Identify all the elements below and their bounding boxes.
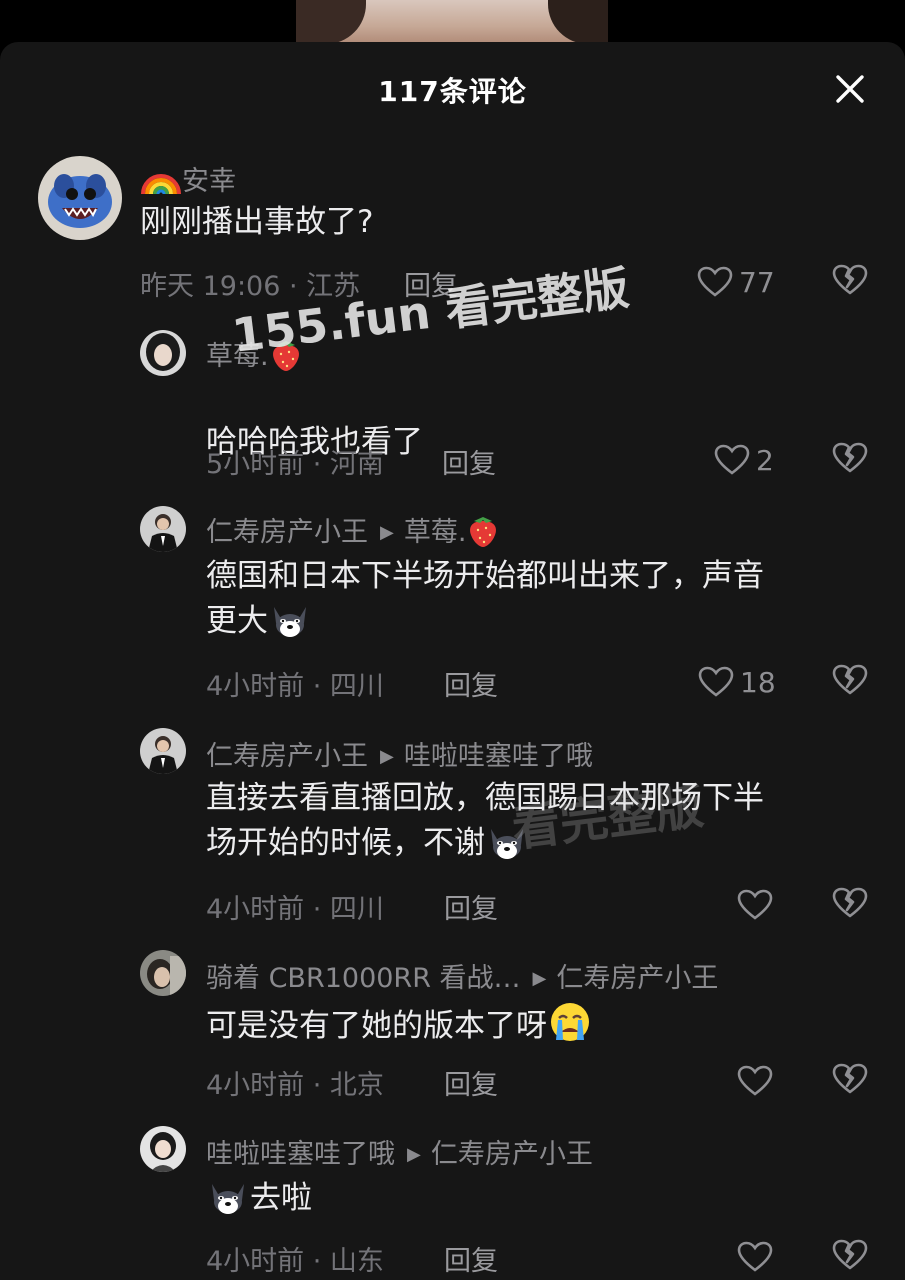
reply-to-username: 仁寿房产小王	[556, 963, 719, 994]
reply-arrow-icon: ▶	[532, 968, 547, 989]
comment-username[interactable]: 哇啦哇塞哇了哦 ▶ 仁寿房产小王	[206, 1132, 593, 1171]
dislike-button[interactable]	[832, 664, 868, 700]
heart-icon	[737, 1065, 773, 1096]
like-count: 2	[756, 443, 774, 477]
broken-heart-icon	[832, 442, 868, 473]
crying-face-icon	[551, 1003, 589, 1041]
reply-button[interactable]: 回复	[444, 1239, 498, 1278]
comments-count-title: 117条评论	[378, 75, 527, 108]
comment-text: 去啦	[206, 1176, 312, 1221]
reply-button[interactable]: 回复	[444, 887, 498, 926]
reply-arrow-icon: ▶	[380, 522, 394, 543]
reply-button[interactable]: 回复	[444, 1063, 498, 1102]
comment-text-line: 更大	[206, 599, 846, 644]
username-text: 安幸	[182, 166, 236, 197]
reply-to-username: 草莓.	[403, 517, 467, 548]
reply-button[interactable]: 回复	[442, 442, 496, 481]
comments-sheet: 117条评论 安幸 刚刚播出事故了? 昨天 19:06 · 江苏 回复 77 草…	[0, 42, 905, 1280]
close-button[interactable]	[833, 72, 867, 106]
avatar[interactable]	[140, 506, 186, 552]
thumbnail-shape	[548, 0, 608, 44]
broken-heart-icon	[832, 1239, 868, 1270]
comment-meta: 4小时前 · 北京	[206, 1070, 384, 1101]
username-text: 骑着 CBR1000RR 看战…	[206, 963, 521, 994]
reply-to-username: 哇啦哇塞哇了哦	[403, 741, 593, 772]
avatar[interactable]	[38, 156, 122, 240]
rainbow-icon	[141, 174, 181, 195]
broken-heart-icon	[832, 264, 868, 295]
avatar[interactable]	[140, 1126, 186, 1172]
comment-text-part: 去啦	[250, 1180, 312, 1216]
comment-text-line: 德国和日本下半场开始都叫出来了，声音	[206, 558, 764, 594]
broken-heart-icon	[832, 887, 868, 918]
username-text: 仁寿房产小王	[206, 741, 368, 772]
like-button[interactable]: 77	[697, 264, 775, 300]
like-count: 18	[740, 665, 776, 699]
comment-text-part: 可是没有了她的版本了呀	[206, 1008, 547, 1044]
dislike-button[interactable]	[832, 264, 868, 300]
heart-icon	[697, 266, 733, 297]
dislike-button[interactable]	[832, 442, 868, 478]
comment-meta: 5小时前 · 河南	[206, 449, 384, 480]
heart-icon	[698, 666, 734, 697]
comment-text-part: 场开始的时候，不谢	[206, 825, 485, 861]
like-count: 77	[739, 265, 775, 299]
close-icon	[836, 75, 864, 103]
comment-username[interactable]: 骑着 CBR1000RR 看战… ▶ 仁寿房产小王	[206, 956, 718, 995]
reply-button[interactable]: 回复	[444, 664, 498, 703]
comment-meta: 4小时前 · 四川	[206, 894, 384, 925]
comment-text: 刚刚播出事故了?	[140, 204, 374, 240]
like-button[interactable]	[737, 1239, 773, 1275]
heart-icon	[737, 889, 773, 920]
reply-arrow-icon: ▶	[380, 746, 394, 767]
heart-icon	[737, 1241, 773, 1272]
comment-username[interactable]: 仁寿房产小王 ▶ 草莓.	[206, 510, 500, 549]
like-button[interactable]: 18	[698, 664, 776, 700]
username-text: 仁寿房产小王	[206, 517, 368, 548]
comment-text-part: 更大	[206, 603, 268, 639]
like-button[interactable]	[737, 1063, 773, 1099]
comments-header: 117条评论	[0, 42, 905, 134]
broken-heart-icon	[832, 664, 868, 695]
thumbnail-shape	[296, 0, 366, 44]
like-button[interactable]: 2	[714, 442, 774, 478]
heart-icon	[714, 444, 750, 475]
avatar[interactable]	[140, 728, 186, 774]
comment-meta: 4小时前 · 四川	[206, 671, 384, 702]
avatar[interactable]	[140, 950, 186, 996]
strawberry-icon	[470, 517, 497, 547]
dislike-button[interactable]	[832, 1063, 868, 1099]
comment-username[interactable]: 安幸	[140, 159, 236, 198]
reply-to-username: 仁寿房产小王	[430, 1139, 593, 1170]
dislike-button[interactable]	[832, 1239, 868, 1275]
broken-heart-icon	[832, 1063, 868, 1094]
avatar[interactable]	[140, 330, 186, 376]
video-thumbnail[interactable]	[296, 0, 608, 44]
comment-meta: 4小时前 · 山东	[206, 1246, 384, 1277]
comment-text: 可是没有了她的版本了呀	[206, 1000, 593, 1049]
comment-username[interactable]: 仁寿房产小王 ▶ 哇啦哇塞哇了哦	[206, 734, 593, 773]
like-button[interactable]	[737, 887, 773, 923]
comment-text: 德国和日本下半场开始都叫出来了，声音 更大	[206, 554, 846, 644]
doge-icon	[212, 1184, 244, 1214]
dislike-button[interactable]	[832, 887, 868, 923]
reply-arrow-icon: ▶	[407, 1144, 421, 1165]
doge-icon	[274, 607, 306, 637]
username-text: 哇啦哇塞哇了哦	[206, 1139, 395, 1170]
